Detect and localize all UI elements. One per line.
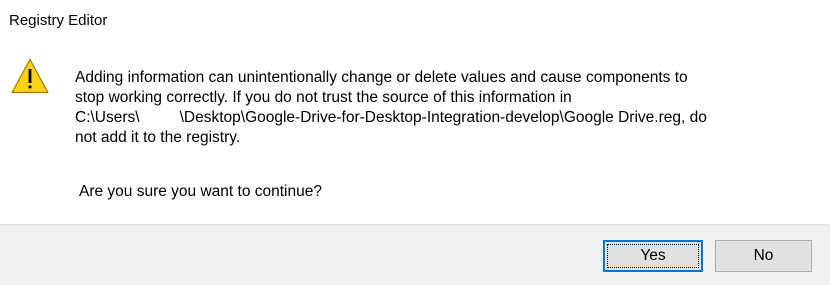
message-line: not add it to the registry. (75, 129, 241, 146)
registry-editor-dialog: Registry Editor Adding information can u… (0, 0, 830, 285)
dialog-content: Adding information can unintentionally c… (0, 40, 830, 224)
confirmation-question: Are you sure you want to continue? (79, 183, 322, 200)
yes-button-label: Yes (640, 247, 666, 264)
dialog-title: Registry Editor (9, 12, 108, 29)
warning-message: Adding information can unintentionally c… (75, 68, 825, 148)
warning-icon (11, 58, 49, 94)
yes-button[interactable]: Yes (603, 240, 703, 272)
message-line: stop working correctly. If you do not tr… (75, 89, 572, 106)
path-prefix: C:\Users\ (75, 109, 140, 126)
path-suffix: \Desktop\Google-Drive-for-Desktop-Integr… (179, 109, 707, 126)
no-button-label: No (753, 247, 774, 264)
no-button[interactable]: No (715, 240, 812, 272)
button-bar: Yes No (0, 224, 830, 285)
message-path-line: C:\Users\ \Desktop\Google-Drive-for-Deskt… (75, 108, 825, 128)
message-line: Adding information can unintentionally c… (75, 69, 688, 86)
